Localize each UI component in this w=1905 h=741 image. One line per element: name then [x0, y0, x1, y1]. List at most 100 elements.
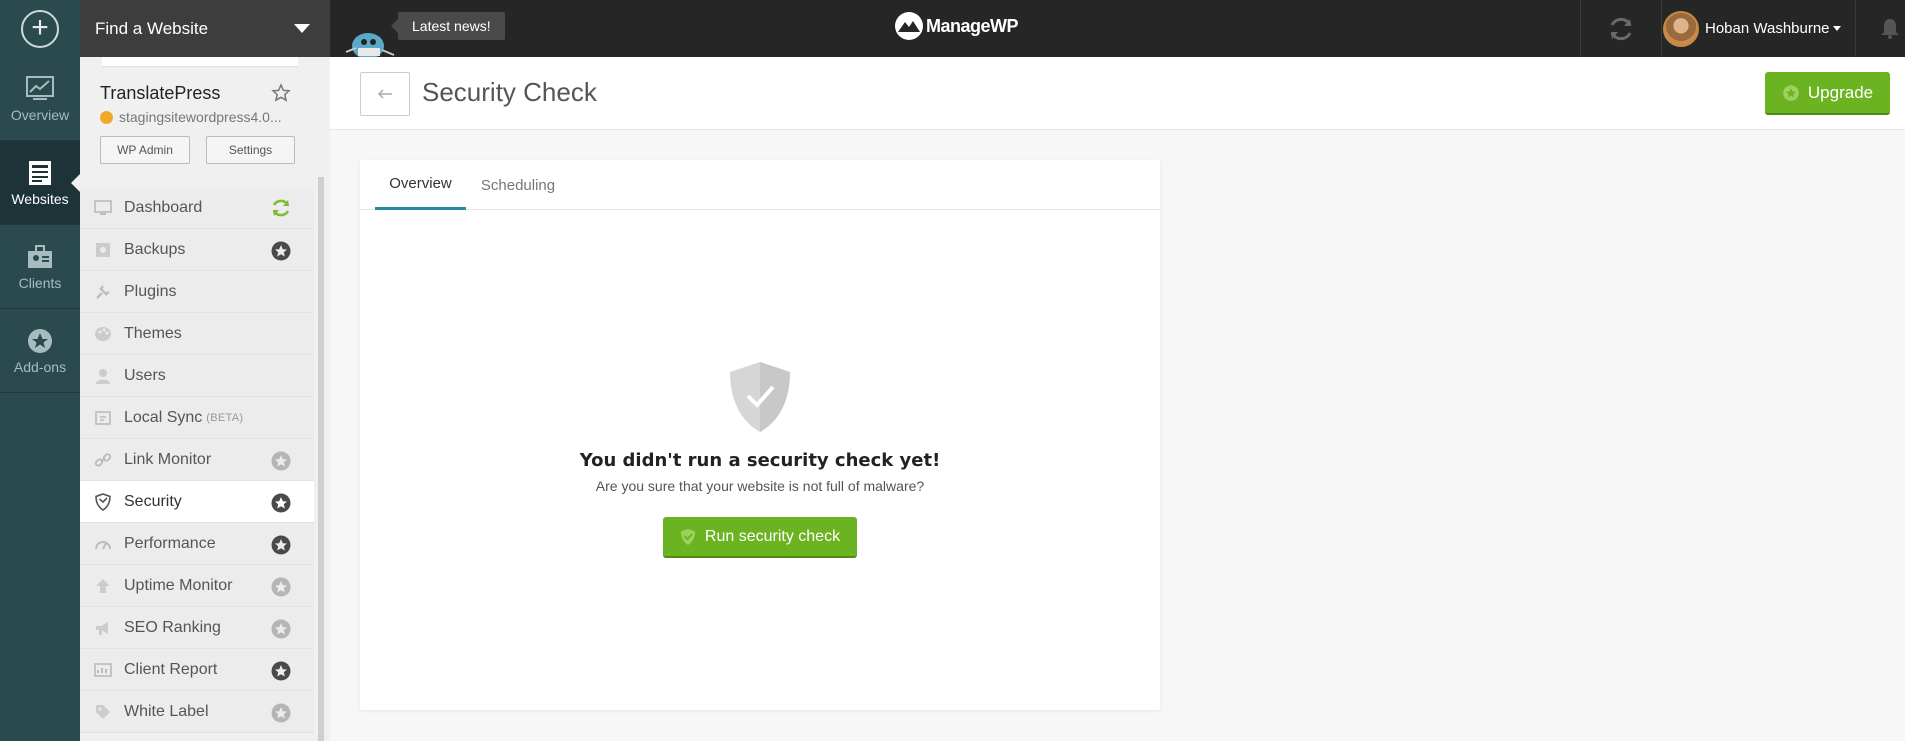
nav-addons[interactable]: Add-ons — [0, 309, 80, 393]
back-button[interactable] — [360, 72, 410, 116]
caret-down-icon — [294, 24, 310, 33]
gear-icon[interactable] — [270, 660, 292, 682]
top-bar: + Find a Website Latest news! ManageWP H… — [0, 0, 1905, 58]
menu-item-local-sync[interactable]: Local Sync (BETA) — [80, 397, 314, 439]
user-menu[interactable]: Hoban Washburne — [1663, 0, 1856, 57]
site-url-text: stagingsitewordpress4.0... — [119, 109, 282, 125]
tag-icon — [96, 705, 110, 719]
sync-icon[interactable] — [270, 198, 292, 218]
menu-item-client-report[interactable]: Client Report — [80, 649, 314, 691]
nav-websites-label: Websites — [11, 190, 69, 207]
latest-news-label: Latest news! — [412, 18, 491, 34]
backup-icon — [96, 243, 110, 257]
addons-icon — [28, 328, 52, 353]
scrollbar-thumb[interactable] — [318, 177, 324, 741]
find-website-dropdown[interactable]: Find a Website — [80, 0, 330, 57]
monitor-icon — [94, 200, 112, 215]
menu-item-plugins[interactable]: Plugins — [80, 271, 314, 313]
menu-item-backups[interactable]: Backups — [80, 229, 314, 271]
star-icon[interactable] — [271, 83, 291, 103]
nav-clients[interactable]: Clients — [0, 225, 80, 309]
menu-item-label: White Label — [124, 702, 209, 720]
gear-icon[interactable] — [270, 492, 292, 514]
menu-item-seo-ranking[interactable]: SEO Ranking — [80, 607, 314, 649]
avatar — [1663, 10, 1699, 47]
refresh-button[interactable] — [1580, 0, 1662, 57]
site-status-icon — [100, 110, 113, 124]
gear-icon-faded[interactable] — [270, 450, 292, 472]
tab-bar: Overview Scheduling — [360, 160, 1160, 210]
site-panel: TranslatePress stagingsitewordpress4.0..… — [80, 57, 330, 741]
upgrade-button[interactable]: Upgrade — [1765, 72, 1890, 115]
palette-icon — [95, 327, 111, 341]
wp-admin-button[interactable]: WP Admin — [100, 136, 190, 164]
arrow-left-icon — [377, 89, 392, 99]
menu-item-label: Link Monitor — [124, 450, 212, 468]
menu-item-white-label[interactable]: White Label — [80, 691, 314, 733]
websites-icon — [29, 160, 51, 185]
managewp-mountain-icon — [895, 12, 923, 40]
menu-item-label: Security — [124, 492, 182, 510]
gear-icon-faded[interactable] — [270, 576, 292, 598]
menu-item-label: Local Sync — [124, 408, 203, 426]
gear-icon-faded[interactable] — [270, 618, 292, 640]
add-website-button[interactable]: + — [0, 0, 80, 57]
menu-item-label: Performance — [124, 534, 216, 552]
menu-item-dashboard[interactable]: Dashboard — [80, 187, 314, 229]
page-header: Security Check Upgrade — [330, 57, 1905, 130]
menu-item-performance[interactable]: Performance — [80, 523, 314, 565]
shield-icon — [95, 493, 111, 511]
report-icon — [94, 663, 112, 677]
menu-item-security[interactable]: Security — [80, 481, 314, 523]
shield-icon — [680, 528, 695, 545]
gear-icon-faded[interactable] — [270, 702, 292, 724]
menu-item-users[interactable]: Users — [80, 355, 314, 397]
gear-icon[interactable] — [270, 240, 292, 262]
gear-icon — [1783, 84, 1799, 101]
run-security-check-button[interactable]: Run security check — [663, 517, 857, 558]
menu-item-label: Users — [124, 366, 166, 384]
local-sync-icon — [95, 411, 111, 425]
menu-item-label: Client Report — [124, 660, 218, 678]
refresh-icon — [1610, 17, 1632, 40]
chart-icon — [26, 75, 54, 100]
empty-state-subtitle: Are you sure that your website is not fu… — [595, 478, 925, 494]
clients-icon — [28, 244, 52, 268]
page-title: Security Check — [422, 77, 597, 107]
shield-check-icon — [730, 362, 790, 432]
nav-addons-label: Add-ons — [13, 358, 67, 375]
menu-item-themes[interactable]: Themes — [80, 313, 314, 355]
menu-item-label: Dashboard — [124, 198, 203, 216]
settings-button[interactable]: Settings — [206, 136, 295, 164]
nav-websites[interactable]: Websites — [0, 141, 80, 225]
plus-icon: + — [21, 9, 59, 48]
link-icon — [94, 453, 112, 467]
gear-icon[interactable] — [270, 534, 292, 556]
tab-scheduling[interactable]: Scheduling — [466, 160, 570, 210]
tab-overview[interactable]: Overview — [375, 160, 466, 210]
managewp-logo[interactable]: ManageWP — [895, 10, 1019, 42]
nav-clients-label: Clients — [18, 274, 62, 291]
menu-item-label: Themes — [124, 324, 182, 342]
site-url-link[interactable]: stagingsitewordpress4.0... — [100, 109, 282, 125]
menu-item-uptime-monitor[interactable]: Uptime Monitor — [80, 565, 314, 607]
megaphone-icon — [96, 622, 108, 635]
site-thumbnail[interactable] — [102, 57, 298, 67]
bell-icon[interactable] — [1879, 17, 1901, 39]
latest-news-tooltip[interactable]: Latest news! — [391, 12, 505, 40]
menu-item-link-monitor[interactable]: Link Monitor — [80, 439, 314, 481]
menu-item-label: Uptime Monitor — [124, 576, 233, 594]
chevron-down-icon — [1832, 26, 1841, 31]
security-check-card: Overview Scheduling You didn't run a sec… — [360, 160, 1160, 710]
user-name: Hoban Washburne — [1705, 20, 1830, 37]
arrow-up-icon — [96, 579, 110, 593]
empty-state-title: You didn't run a security check yet! — [579, 450, 941, 471]
nav-overview[interactable]: Overview — [0, 57, 80, 141]
site-menu: Dashboard Backups Plugins Themes Users L… — [80, 187, 314, 733]
beta-badge: (BETA) — [206, 411, 244, 424]
nav-overview-label: Overview — [10, 106, 70, 123]
upgrade-label: Upgrade — [1807, 82, 1874, 102]
main-nav-rail: Overview Websites Clients Add-ons — [0, 57, 80, 741]
user-icon — [96, 369, 110, 384]
site-name: TranslatePress — [100, 83, 221, 103]
